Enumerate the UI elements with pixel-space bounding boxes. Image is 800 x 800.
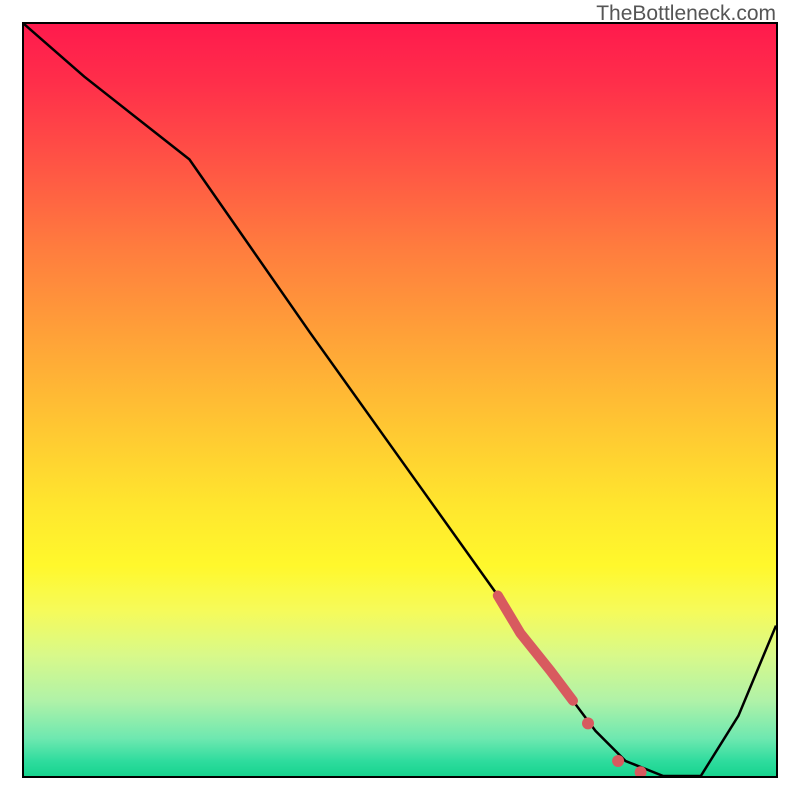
marker-group bbox=[582, 717, 647, 776]
chart-container: TheBottleneck.com bbox=[0, 0, 800, 800]
plot-area bbox=[22, 22, 778, 778]
marker-dot bbox=[582, 717, 594, 729]
bottleneck-curve-line bbox=[24, 24, 776, 776]
marker-dot bbox=[612, 755, 624, 767]
chart-svg bbox=[24, 24, 776, 776]
highlight-segment bbox=[498, 596, 573, 701]
